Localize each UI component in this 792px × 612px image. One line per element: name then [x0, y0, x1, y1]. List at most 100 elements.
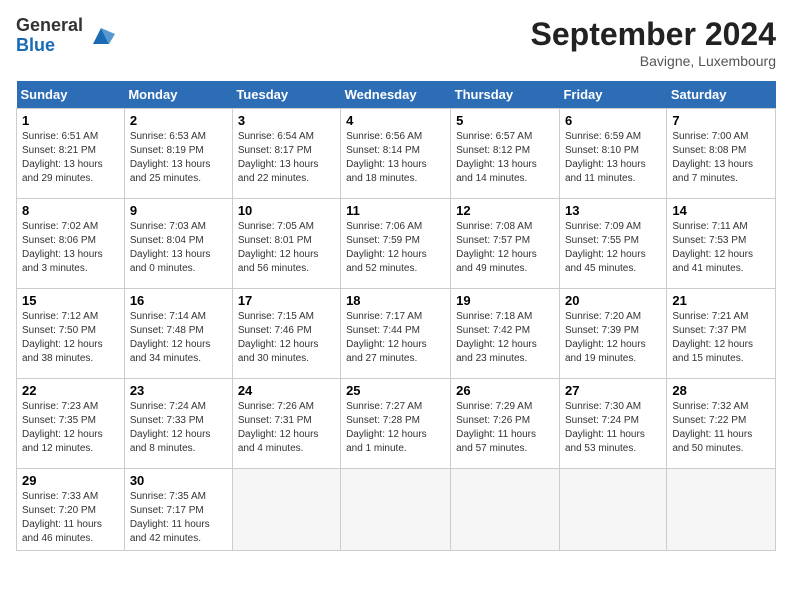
day-info: Sunrise: 7:18 AM Sunset: 7:42 PM Dayligh… [456, 310, 554, 366]
day-number: 11 [346, 203, 445, 218]
day-number: 9 [130, 203, 227, 218]
calendar-cell: 29 Sunrise: 7:33 AM Sunset: 7:20 PM Dayli… [17, 469, 125, 551]
calendar-week-row: 15 Sunrise: 7:12 AM Sunset: 7:50 PM Dayli… [17, 289, 776, 379]
calendar-cell: 18 Sunrise: 7:17 AM Sunset: 7:44 PM Dayli… [341, 289, 451, 379]
day-number: 14 [672, 203, 770, 218]
title-area: September 2024 Bavigne, Luxembourg [531, 16, 776, 69]
day-number: 25 [346, 383, 445, 398]
calendar-cell [341, 469, 451, 551]
day-info: Sunrise: 6:54 AM Sunset: 8:17 PM Dayligh… [238, 130, 335, 186]
calendar-week-row: 1Sunrise: 6:51 AM Sunset: 8:21 PM Daylig… [17, 109, 776, 199]
calendar-cell: 6 Sunrise: 6:59 AM Sunset: 8:10 PM Daylig… [559, 109, 666, 199]
day-info: Sunrise: 7:00 AM Sunset: 8:08 PM Dayligh… [672, 130, 770, 186]
day-number: 23 [130, 383, 227, 398]
calendar-cell: 10Sunrise: 7:05 AM Sunset: 8:01 PM Dayli… [232, 199, 340, 289]
day-info: Sunrise: 7:17 AM Sunset: 7:44 PM Dayligh… [346, 310, 445, 366]
calendar-cell [559, 469, 666, 551]
calendar-cell: 12Sunrise: 7:08 AM Sunset: 7:57 PM Dayli… [451, 199, 560, 289]
page-header: General Blue September 2024 Bavigne, Lux… [16, 16, 776, 69]
day-info: Sunrise: 7:21 AM Sunset: 7:37 PM Dayligh… [672, 310, 770, 366]
day-info: Sunrise: 7:23 AM Sunset: 7:35 PM Dayligh… [22, 400, 119, 456]
calendar-cell: 26 Sunrise: 7:29 AM Sunset: 7:26 PM Dayli… [451, 379, 560, 469]
day-info: Sunrise: 7:03 AM Sunset: 8:04 PM Dayligh… [130, 220, 227, 276]
calendar-cell: 8 Sunrise: 7:02 AM Sunset: 8:06 PM Daylig… [17, 199, 125, 289]
logo: General Blue [16, 16, 115, 56]
day-number: 15 [22, 293, 119, 308]
calendar-cell: 27Sunrise: 7:30 AM Sunset: 7:24 PM Dayli… [559, 379, 666, 469]
calendar-cell: 16 Sunrise: 7:14 AM Sunset: 7:48 PM Dayli… [124, 289, 232, 379]
day-info: Sunrise: 7:12 AM Sunset: 7:50 PM Dayligh… [22, 310, 119, 366]
location: Bavigne, Luxembourg [531, 53, 776, 69]
day-info: Sunrise: 6:51 AM Sunset: 8:21 PM Dayligh… [22, 130, 119, 186]
day-info: Sunrise: 7:24 AM Sunset: 7:33 PM Dayligh… [130, 400, 227, 456]
calendar-cell: 19 Sunrise: 7:18 AM Sunset: 7:42 PM Dayli… [451, 289, 560, 379]
day-info: Sunrise: 7:29 AM Sunset: 7:26 PM Dayligh… [456, 400, 554, 456]
day-number: 18 [346, 293, 445, 308]
calendar-cell: 1Sunrise: 6:51 AM Sunset: 8:21 PM Daylig… [17, 109, 125, 199]
logo-general-text: General [16, 16, 83, 36]
day-info: Sunrise: 7:27 AM Sunset: 7:28 PM Dayligh… [346, 400, 445, 456]
calendar-cell: 21 Sunrise: 7:21 AM Sunset: 7:37 PM Dayli… [667, 289, 776, 379]
day-number: 7 [672, 113, 770, 128]
calendar-cell: 5 Sunrise: 6:57 AM Sunset: 8:12 PM Daylig… [451, 109, 560, 199]
day-info: Sunrise: 6:57 AM Sunset: 8:12 PM Dayligh… [456, 130, 554, 186]
day-info: Sunrise: 6:59 AM Sunset: 8:10 PM Dayligh… [565, 130, 661, 186]
calendar-cell: 25 Sunrise: 7:27 AM Sunset: 7:28 PM Dayli… [341, 379, 451, 469]
day-info: Sunrise: 7:33 AM Sunset: 7:20 PM Dayligh… [22, 490, 119, 546]
day-number: 6 [565, 113, 661, 128]
day-number: 21 [672, 293, 770, 308]
calendar-cell: 14 Sunrise: 7:11 AM Sunset: 7:53 PM Dayli… [667, 199, 776, 289]
calendar-cell: 15 Sunrise: 7:12 AM Sunset: 7:50 PM Dayli… [17, 289, 125, 379]
calendar-cell: 9 Sunrise: 7:03 AM Sunset: 8:04 PM Daylig… [124, 199, 232, 289]
calendar-cell [451, 469, 560, 551]
day-number: 29 [22, 473, 119, 488]
calendar-table: SundayMondayTuesdayWednesdayThursdayFrid… [16, 81, 776, 551]
day-info: Sunrise: 7:11 AM Sunset: 7:53 PM Dayligh… [672, 220, 770, 276]
calendar-week-row: 22 Sunrise: 7:23 AM Sunset: 7:35 PM Dayli… [17, 379, 776, 469]
calendar-week-row: 29 Sunrise: 7:33 AM Sunset: 7:20 PM Dayli… [17, 469, 776, 551]
weekday-header: Saturday [667, 81, 776, 109]
day-info: Sunrise: 7:14 AM Sunset: 7:48 PM Dayligh… [130, 310, 227, 366]
calendar-cell: 11 Sunrise: 7:06 AM Sunset: 7:59 PM Dayli… [341, 199, 451, 289]
calendar-cell: 23 Sunrise: 7:24 AM Sunset: 7:33 PM Dayli… [124, 379, 232, 469]
day-number: 27 [565, 383, 661, 398]
day-info: Sunrise: 7:05 AM Sunset: 8:01 PM Dayligh… [238, 220, 335, 276]
logo-blue-text: Blue [16, 36, 83, 56]
day-number: 4 [346, 113, 445, 128]
day-info: Sunrise: 7:09 AM Sunset: 7:55 PM Dayligh… [565, 220, 661, 276]
day-info: Sunrise: 7:02 AM Sunset: 8:06 PM Dayligh… [22, 220, 119, 276]
day-number: 19 [456, 293, 554, 308]
day-info: Sunrise: 6:56 AM Sunset: 8:14 PM Dayligh… [346, 130, 445, 186]
day-number: 28 [672, 383, 770, 398]
day-info: Sunrise: 7:26 AM Sunset: 7:31 PM Dayligh… [238, 400, 335, 456]
day-info: Sunrise: 7:35 AM Sunset: 7:17 PM Dayligh… [130, 490, 227, 546]
calendar-cell: 2 Sunrise: 6:53 AM Sunset: 8:19 PM Daylig… [124, 109, 232, 199]
day-info: Sunrise: 7:20 AM Sunset: 7:39 PM Dayligh… [565, 310, 661, 366]
day-number: 8 [22, 203, 119, 218]
day-number: 16 [130, 293, 227, 308]
weekday-header: Tuesday [232, 81, 340, 109]
day-number: 3 [238, 113, 335, 128]
day-info: Sunrise: 7:08 AM Sunset: 7:57 PM Dayligh… [456, 220, 554, 276]
day-number: 26 [456, 383, 554, 398]
logo-icon [87, 22, 115, 50]
day-number: 17 [238, 293, 335, 308]
day-number: 22 [22, 383, 119, 398]
day-info: Sunrise: 7:06 AM Sunset: 7:59 PM Dayligh… [346, 220, 445, 276]
day-info: Sunrise: 6:53 AM Sunset: 8:19 PM Dayligh… [130, 130, 227, 186]
month-title: September 2024 [531, 16, 776, 53]
day-info: Sunrise: 7:32 AM Sunset: 7:22 PM Dayligh… [672, 400, 770, 456]
weekday-header: Monday [124, 81, 232, 109]
day-number: 5 [456, 113, 554, 128]
day-number: 2 [130, 113, 227, 128]
day-number: 13 [565, 203, 661, 218]
calendar-cell [667, 469, 776, 551]
day-info: Sunrise: 7:15 AM Sunset: 7:46 PM Dayligh… [238, 310, 335, 366]
calendar-cell [232, 469, 340, 551]
day-number: 30 [130, 473, 227, 488]
day-number: 20 [565, 293, 661, 308]
calendar-cell: 22 Sunrise: 7:23 AM Sunset: 7:35 PM Dayli… [17, 379, 125, 469]
calendar-cell: 7 Sunrise: 7:00 AM Sunset: 8:08 PM Daylig… [667, 109, 776, 199]
calendar-header-row: SundayMondayTuesdayWednesdayThursdayFrid… [17, 81, 776, 109]
calendar-cell: 17 Sunrise: 7:15 AM Sunset: 7:46 PM Dayli… [232, 289, 340, 379]
